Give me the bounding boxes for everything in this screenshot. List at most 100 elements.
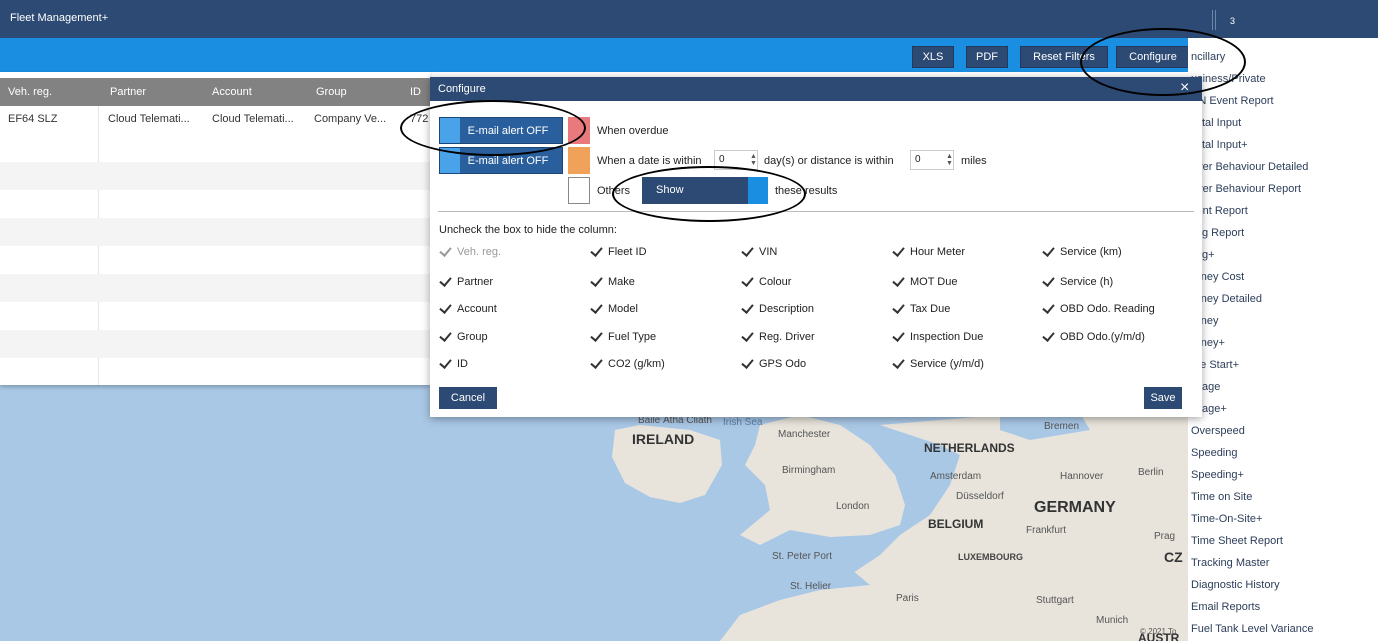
column-checkbox-co2[interactable]: CO2 (g/km) [590, 357, 665, 370]
within-color-swatch[interactable] [568, 147, 590, 174]
report-list-item[interactable]: Speeding+ [1191, 469, 1244, 481]
column-checkbox-mot-due[interactable]: MOT Due [892, 275, 957, 288]
column-checkbox-fuel-type[interactable]: Fuel Type [590, 330, 656, 343]
pdf-button[interactable]: PDF [966, 46, 1008, 68]
map-label-frankfurt: Frankfurt [1026, 525, 1067, 536]
column-checkbox-service-ymd[interactable]: Service (y/m/d) [892, 357, 984, 370]
cell-id: 772 [410, 113, 429, 125]
report-list-item[interactable]: Email Reports [1191, 601, 1260, 613]
checkbox-label: Veh. reg. [457, 245, 502, 258]
toolbar: XLS PDF Reset Filters Configure [0, 38, 1190, 72]
map-label-dusseldorf: Düsseldorf [956, 491, 1004, 502]
checkbox-label: Reg. Driver [759, 330, 815, 343]
report-list-item[interactable]: Overspeed [1191, 425, 1245, 437]
checkmark-icon [439, 275, 452, 288]
column-checkbox-group[interactable]: Group [439, 330, 488, 343]
report-list-item[interactable]: Time-On-Site+ [1191, 513, 1262, 525]
miles-label: miles [961, 155, 987, 167]
grid-header: Veh. reg. Partner Account Group ID [0, 78, 430, 106]
column-checkbox-obd-odo-reading[interactable]: OBD Odo. Reading [1042, 302, 1155, 315]
report-list-item[interactable]: river Behaviour Report [1191, 183, 1301, 195]
checkbox-label: Fuel Type [608, 330, 657, 343]
map-label-belgium: BELGIUM [928, 517, 984, 531]
cell-account: Cloud Telemati... [212, 113, 294, 125]
column-checkbox-partner[interactable]: Partner [439, 275, 493, 288]
map-label-birmingham: Birmingham [782, 465, 836, 476]
toggle-label: E-mail alert OFF [467, 124, 549, 137]
cell-partner: Cloud Telemati... [108, 113, 190, 125]
others-checkbox[interactable] [568, 177, 590, 204]
report-list-item[interactable]: usiness/Private [1191, 73, 1266, 85]
checkbox-label: Inspection Due [910, 330, 984, 343]
select-arrow-icon [748, 177, 768, 204]
overdue-color-swatch[interactable] [568, 117, 590, 144]
configure-button[interactable]: Configure [1116, 46, 1190, 68]
checkbox-label: CO2 (g/km) [608, 357, 665, 370]
when-overdue-label: When overdue [597, 125, 669, 137]
others-label: Others [597, 185, 631, 197]
checkmark-icon [439, 330, 452, 343]
column-checkbox-gps-odo[interactable]: GPS Odo [741, 357, 806, 370]
column-checkbox-hour-meter[interactable]: Hour Meter [892, 245, 965, 258]
cancel-button[interactable]: Cancel [439, 387, 497, 409]
table-row[interactable]: EF64 SLZ Cloud Telemati... Cloud Telemat… [0, 106, 430, 134]
column-header-veh-reg[interactable]: Veh. reg. [8, 86, 52, 98]
checkbox-label: Hour Meter [910, 245, 966, 258]
column-checkbox-make[interactable]: Make [590, 275, 635, 288]
column-checkbox-tax-due[interactable]: Tax Due [892, 302, 950, 315]
column-checkbox-vin[interactable]: VIN [741, 245, 777, 258]
top-number: 3 [1230, 16, 1236, 26]
column-header-group[interactable]: Group [316, 86, 347, 98]
column-checkbox-fleet-id[interactable]: Fleet ID [590, 245, 647, 258]
map-view[interactable]: Baile Átha Cliath Irish Sea IRELAND Manc… [0, 385, 1188, 641]
checkbox-label: MOT Due [910, 275, 958, 288]
column-checkbox-account[interactable]: Account [439, 302, 497, 315]
checkmark-icon [590, 330, 603, 343]
checkmark-icon [892, 330, 905, 343]
report-list-item[interactable]: Time on Site [1191, 491, 1252, 503]
column-checkbox-colour[interactable]: Colour [741, 275, 791, 288]
configure-dialog: Configure × E-mail alert OFF When overdu… [430, 77, 1202, 417]
days-stepper-icon[interactable]: ▲ ▼ [750, 153, 757, 167]
checkmark-icon [741, 357, 754, 370]
column-header-partner[interactable]: Partner [110, 86, 146, 98]
save-button[interactable]: Save [1144, 387, 1182, 409]
close-icon[interactable]: × [1180, 79, 1189, 97]
column-checkbox-service-h[interactable]: Service (h) [1042, 275, 1113, 288]
column-checkbox-description[interactable]: Description [741, 302, 814, 315]
email-alert-within-toggle[interactable]: E-mail alert OFF [439, 147, 563, 174]
report-list-item[interactable]: Diagnostic History [1191, 579, 1280, 591]
column-checkbox-id[interactable]: ID [439, 357, 468, 370]
xls-button[interactable]: XLS [912, 46, 954, 68]
report-list-item[interactable]: river Behaviour Detailed [1191, 161, 1308, 173]
report-list-item[interactable]: ncillary [1191, 51, 1225, 63]
report-list-item[interactable]: Time Sheet Report [1191, 535, 1283, 547]
column-checkbox-model[interactable]: Model [590, 302, 638, 315]
checkbox-label: GPS Odo [759, 357, 807, 370]
report-list-item[interactable]: Tracking Master [1191, 557, 1269, 569]
report-list-item[interactable]: Speeding [1191, 447, 1238, 459]
column-header-account[interactable]: Account [212, 86, 252, 98]
these-results-label: these results [775, 185, 838, 197]
checkbox-label: Partner [457, 275, 494, 288]
reset-filters-button[interactable]: Reset Filters [1020, 46, 1108, 68]
column-header-id[interactable]: ID [410, 86, 421, 98]
map-label-berlin: Berlin [1138, 467, 1164, 478]
top-bar: Fleet Management+ 3 [0, 0, 1378, 38]
email-alert-overdue-toggle[interactable]: E-mail alert OFF [439, 117, 563, 144]
cell-group: Company Ve... [314, 113, 387, 125]
map-label-germany: GERMANY [1034, 499, 1116, 516]
show-select-value: Show [656, 184, 684, 196]
column-checkbox-reg-driver[interactable]: Reg. Driver [741, 330, 815, 343]
checkbox-label: ID [457, 357, 468, 370]
column-checkbox-service-km[interactable]: Service (km) [1042, 245, 1122, 258]
report-list-item[interactable]: AN Event Report [1191, 95, 1274, 107]
table-row [0, 218, 430, 246]
days-or-distance-label: day(s) or distance is within [764, 155, 894, 167]
miles-stepper-icon[interactable]: ▲ ▼ [946, 153, 953, 167]
column-checkbox-obd-odo-ymd[interactable]: OBD Odo.(y/m/d) [1042, 330, 1145, 343]
column-checkbox-inspection-due[interactable]: Inspection Due [892, 330, 983, 343]
show-hide-select[interactable]: Show [642, 177, 768, 204]
report-list-item[interactable]: Fuel Tank Level Variance [1191, 623, 1314, 635]
map-label-irish-sea: Irish Sea [723, 417, 763, 428]
